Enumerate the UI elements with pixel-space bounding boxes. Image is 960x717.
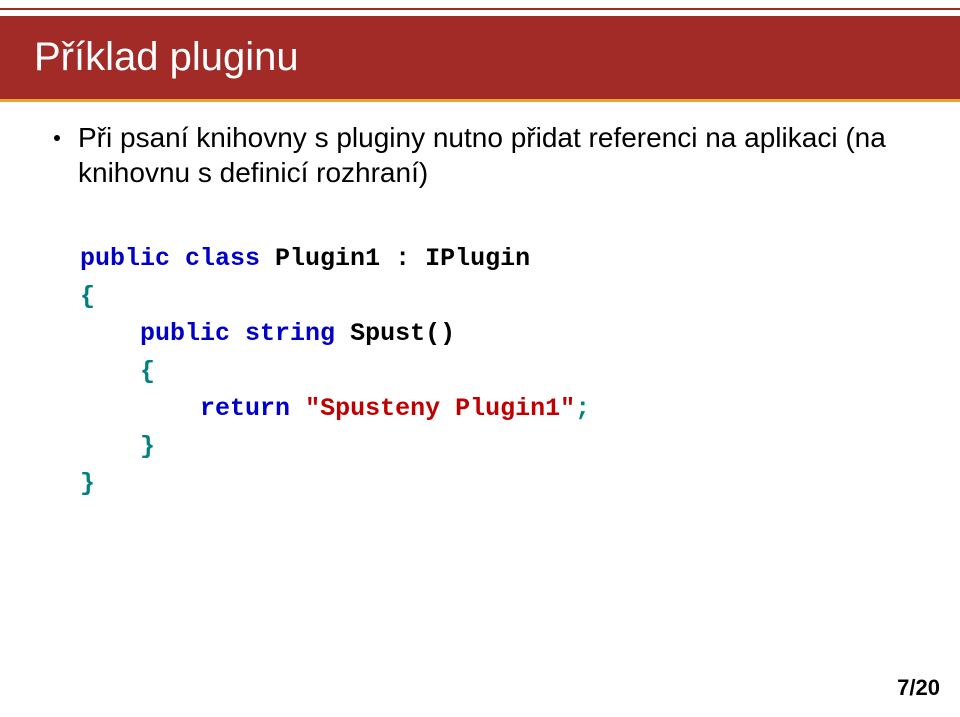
code-keyword-class: class — [185, 244, 260, 273]
code-string-literal: "Spusteny Plugin1" — [305, 394, 575, 423]
slide-header: Příklad pluginu — [0, 16, 960, 102]
bullet-text: Při psaní knihovny s pluginy nutno přida… — [78, 120, 920, 190]
code-keyword-string: string — [245, 319, 335, 348]
code-brace: } — [80, 469, 95, 498]
code-class-name: Plugin1 : IPlugin — [260, 244, 530, 273]
code-brace: } — [140, 432, 155, 461]
slide-title: Příklad pluginu — [34, 35, 299, 80]
code-keyword-public: public — [140, 319, 230, 348]
bullet-item: Při psaní knihovny s pluginy nutno přida… — [54, 120, 920, 190]
code-space — [290, 394, 305, 423]
code-block: public class Plugin1 : IPlugin { public … — [80, 240, 920, 503]
code-semicolon: ; — [575, 394, 590, 423]
code-keyword-return: return — [200, 394, 290, 423]
bullet-dot-icon — [54, 135, 60, 141]
code-brace: { — [140, 357, 155, 386]
page-number: 7/20 — [897, 675, 940, 701]
code-brace: { — [80, 282, 95, 311]
content-area: Při psaní knihovny s pluginy nutno přida… — [54, 120, 920, 503]
code-keyword-public: public — [80, 244, 170, 273]
code-method-name: Spust() — [335, 319, 455, 348]
top-divider — [0, 0, 960, 10]
